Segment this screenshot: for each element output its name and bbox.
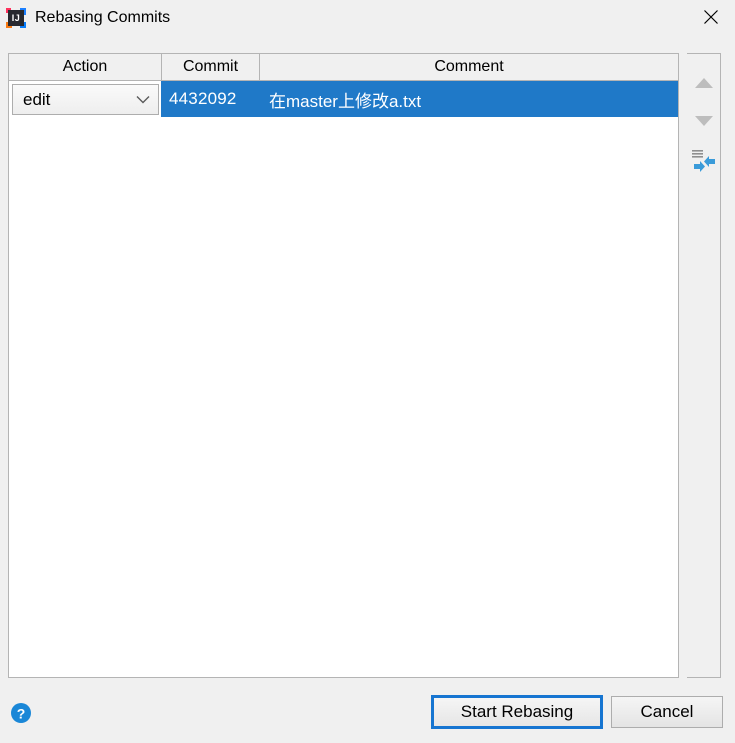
column-header-action[interactable]: Action [9,54,161,80]
column-header-comment[interactable]: Comment [259,54,678,80]
move-down-icon[interactable] [688,103,720,139]
squash-icon[interactable] [688,143,720,179]
help-icon[interactable]: ? [10,702,32,724]
intellij-idea-icon: IJ [6,7,26,28]
action-dropdown-value: edit [23,89,51,109]
cell-comment: 在master上修改a.txt [269,91,422,111]
action-dropdown[interactable]: edit [12,83,159,115]
move-up-icon[interactable] [688,65,720,101]
cancel-button[interactable]: Cancel [611,696,723,728]
commits-table-panel: Action Commit Comment edit 4432092 在mast… [8,53,679,678]
close-icon[interactable] [689,0,733,34]
app-icon-label: IJ [11,12,21,23]
start-rebasing-button[interactable]: Start Rebasing [431,695,603,729]
chevron-down-icon [136,89,150,109]
window-title: Rebasing Commits [35,9,171,26]
column-header-commit[interactable]: Commit [161,54,259,80]
table-header-row: Action Commit Comment [9,54,678,81]
table-body: edit 4432092 在master上修改a.txt [9,81,678,677]
window-titlebar: IJ Rebasing Commits [0,0,735,35]
table-row[interactable]: edit 4432092 在master上修改a.txt [9,81,678,117]
cell-action: edit [9,81,161,117]
svg-text:?: ? [17,706,26,722]
cell-commit: 4432092 [169,89,237,108]
side-toolbar [687,53,721,678]
